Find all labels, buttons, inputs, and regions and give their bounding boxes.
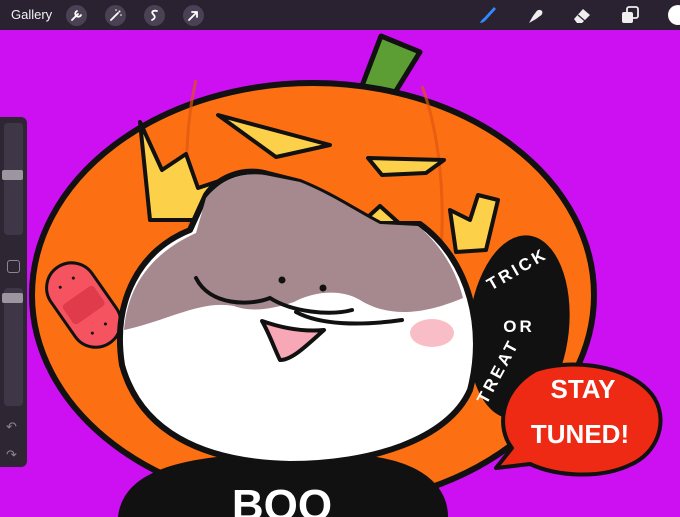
transform-arrow-icon[interactable] bbox=[183, 5, 204, 26]
brush-size-thumb[interactable] bbox=[2, 170, 23, 180]
redo-icon[interactable]: ↷ bbox=[6, 447, 17, 463]
bubble-text-line1: STAY bbox=[550, 374, 615, 404]
top-toolbar: Gallery bbox=[0, 0, 680, 30]
magic-wand-icon[interactable] bbox=[105, 5, 126, 26]
layers-icon[interactable] bbox=[618, 4, 642, 26]
selection-icon[interactable] bbox=[144, 5, 165, 26]
modify-button[interactable] bbox=[7, 260, 20, 273]
shirt-text: BOO bbox=[232, 481, 332, 517]
smudge-icon[interactable] bbox=[523, 4, 547, 26]
bubble-text-line2: TUNED! bbox=[531, 419, 629, 449]
opacity-thumb[interactable] bbox=[2, 293, 23, 303]
brush-size-slider[interactable] bbox=[2, 123, 23, 235]
color-picker-button[interactable] bbox=[668, 5, 680, 25]
eraser-icon[interactable] bbox=[570, 4, 594, 26]
brush-icon[interactable] bbox=[475, 4, 499, 26]
sign-text-or: OR bbox=[503, 317, 535, 336]
drawing-canvas[interactable]: TRICK OR TREAT BOO STAY TUNED! bbox=[0, 30, 680, 517]
gallery-button[interactable]: Gallery bbox=[11, 7, 52, 22]
wrench-icon[interactable] bbox=[66, 5, 87, 26]
undo-icon[interactable]: ↶ bbox=[6, 419, 17, 435]
opacity-slider[interactable] bbox=[2, 288, 23, 406]
left-sidebar: ↶ ↷ bbox=[0, 117, 27, 467]
